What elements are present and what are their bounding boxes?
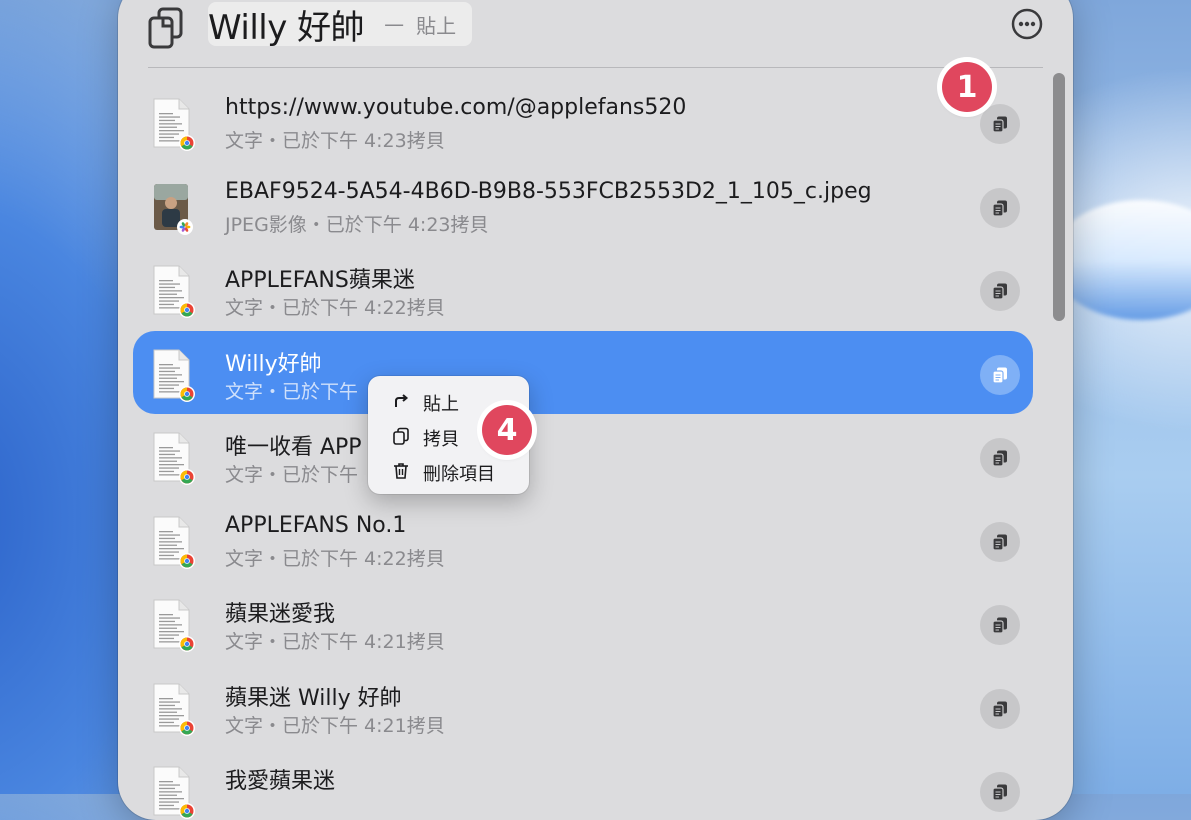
item-title: APPLEFANS No.1 bbox=[225, 512, 407, 538]
item-title: https://www.youtube.com/@applefans520 bbox=[225, 95, 687, 120]
clipboard-item[interactable]: Willy好帥文字・已於下午 bbox=[133, 330, 1033, 414]
menu-label-paste: 貼上 bbox=[423, 394, 459, 415]
annotation-badge-1: 1 bbox=[942, 62, 992, 112]
header-divider bbox=[148, 67, 1043, 68]
text-document-icon bbox=[151, 765, 195, 819]
item-subtitle: 文字・已於下午 4:21拷貝 bbox=[225, 631, 445, 653]
scrollbar[interactable] bbox=[1053, 73, 1065, 321]
trash-icon bbox=[394, 463, 408, 479]
copy-item-button[interactable] bbox=[980, 354, 1020, 395]
item-subtitle: 文字・已於下午 4:21拷貝 bbox=[225, 714, 445, 737]
copy-icon bbox=[992, 283, 1007, 300]
item-title: 我愛蘋果迷 bbox=[225, 769, 336, 794]
copy-icon bbox=[992, 367, 1007, 384]
clipboard-item[interactable]: 蘋果迷 Willy 好帥文字・已於下午 4:21拷貝 bbox=[133, 665, 1033, 749]
clipboard-item[interactable]: 我愛蘋果迷 bbox=[133, 748, 1033, 820]
panel-header: Willy 好帥 — 貼上 bbox=[118, 0, 1073, 50]
clipboard-item[interactable]: APPLEFANS蘋果迷文字・已於下午 4:22拷貝 bbox=[133, 247, 1033, 331]
clipboard-item[interactable]: EBAF9524-5A54-4B6D-B9B8-553FCB2553D2_1_1… bbox=[133, 164, 1033, 248]
text-document-icon bbox=[151, 97, 195, 151]
copy-item-button[interactable] bbox=[980, 772, 1020, 812]
menu-label-delete: 刪除項目 bbox=[423, 464, 495, 485]
title-separator: — bbox=[384, 12, 405, 36]
copy-item-button[interactable] bbox=[980, 438, 1020, 478]
more-options-icon[interactable] bbox=[1011, 8, 1043, 40]
copy-item-button[interactable] bbox=[980, 688, 1020, 729]
copy-item-button[interactable] bbox=[980, 521, 1020, 562]
copy-icon bbox=[393, 427, 409, 445]
copy-item-button[interactable] bbox=[980, 187, 1020, 228]
copy-icon bbox=[992, 534, 1007, 551]
item-subtitle: 文字・已於下午 bbox=[225, 464, 359, 486]
text-document-icon bbox=[151, 264, 195, 318]
item-title: 蘋果迷愛我 bbox=[225, 602, 336, 627]
copy-icon bbox=[992, 701, 1007, 718]
paste-arrow-icon bbox=[395, 394, 409, 407]
clipboard-item[interactable]: APPLEFANS No.1 文字・已於下午 4:22拷貝 bbox=[133, 498, 1033, 582]
copy-icon bbox=[992, 784, 1007, 801]
text-document-icon bbox=[151, 431, 195, 485]
text-document-icon bbox=[151, 348, 195, 402]
text-document-icon bbox=[151, 598, 195, 652]
item-subtitle: 文字・已於下午 4:22拷貝 bbox=[225, 297, 445, 319]
search-query: Willy 好帥 bbox=[208, 7, 365, 48]
item-subtitle: 文字・已於下午 4:22拷貝 bbox=[225, 547, 445, 570]
item-subtitle: JPEG影像・已於下午 4:23拷貝 bbox=[225, 213, 489, 236]
clipboard-panel: Willy 好帥 — 貼上 https://www.youtube.com/@a… bbox=[118, 0, 1073, 820]
clipboard-icon bbox=[148, 7, 183, 49]
annotation-badge-4: 4 bbox=[482, 405, 532, 455]
clipboard-item[interactable]: 唯一收看 APP 文字・已於下午 bbox=[133, 414, 1033, 498]
item-title: Willy好帥 bbox=[225, 351, 322, 377]
item-subtitle: 文字・已於下午 4:23拷貝 bbox=[225, 130, 445, 152]
image-thumbnail-icon bbox=[151, 181, 195, 235]
text-document-icon bbox=[151, 515, 195, 569]
search-field[interactable]: Willy 好帥 — 貼上 bbox=[208, 2, 473, 48]
paste-hint: 貼上 bbox=[416, 13, 457, 38]
item-title: APPLEFANS蘋果迷 bbox=[225, 268, 415, 293]
copy-icon bbox=[992, 116, 1007, 133]
copy-icon bbox=[992, 617, 1007, 634]
copy-item-button[interactable] bbox=[980, 605, 1020, 645]
copy-item-button[interactable] bbox=[980, 104, 1020, 144]
menu-label-copy: 拷貝 bbox=[423, 429, 459, 450]
text-document-icon bbox=[151, 682, 195, 736]
copy-icon bbox=[992, 200, 1007, 217]
item-subtitle: 文字・已於下午 bbox=[225, 380, 359, 403]
item-title: 唯一收看 APP bbox=[225, 435, 362, 460]
item-title: EBAF9524-5A54-4B6D-B9B8-553FCB2553D2_1_1… bbox=[225, 178, 872, 204]
item-title: 蘋果迷 Willy 好帥 bbox=[225, 685, 402, 711]
copy-item-button[interactable] bbox=[980, 271, 1020, 311]
menu-item-delete[interactable]: 刪除項目 bbox=[368, 454, 529, 488]
copy-icon bbox=[992, 450, 1007, 467]
clipboard-list: https://www.youtube.com/@applefans520 文字・… bbox=[133, 80, 1033, 820]
clipboard-item[interactable]: https://www.youtube.com/@applefans520 文字・… bbox=[133, 80, 1033, 164]
clipboard-item[interactable]: 蘋果迷愛我文字・已於下午 4:21拷貝 bbox=[133, 581, 1033, 665]
